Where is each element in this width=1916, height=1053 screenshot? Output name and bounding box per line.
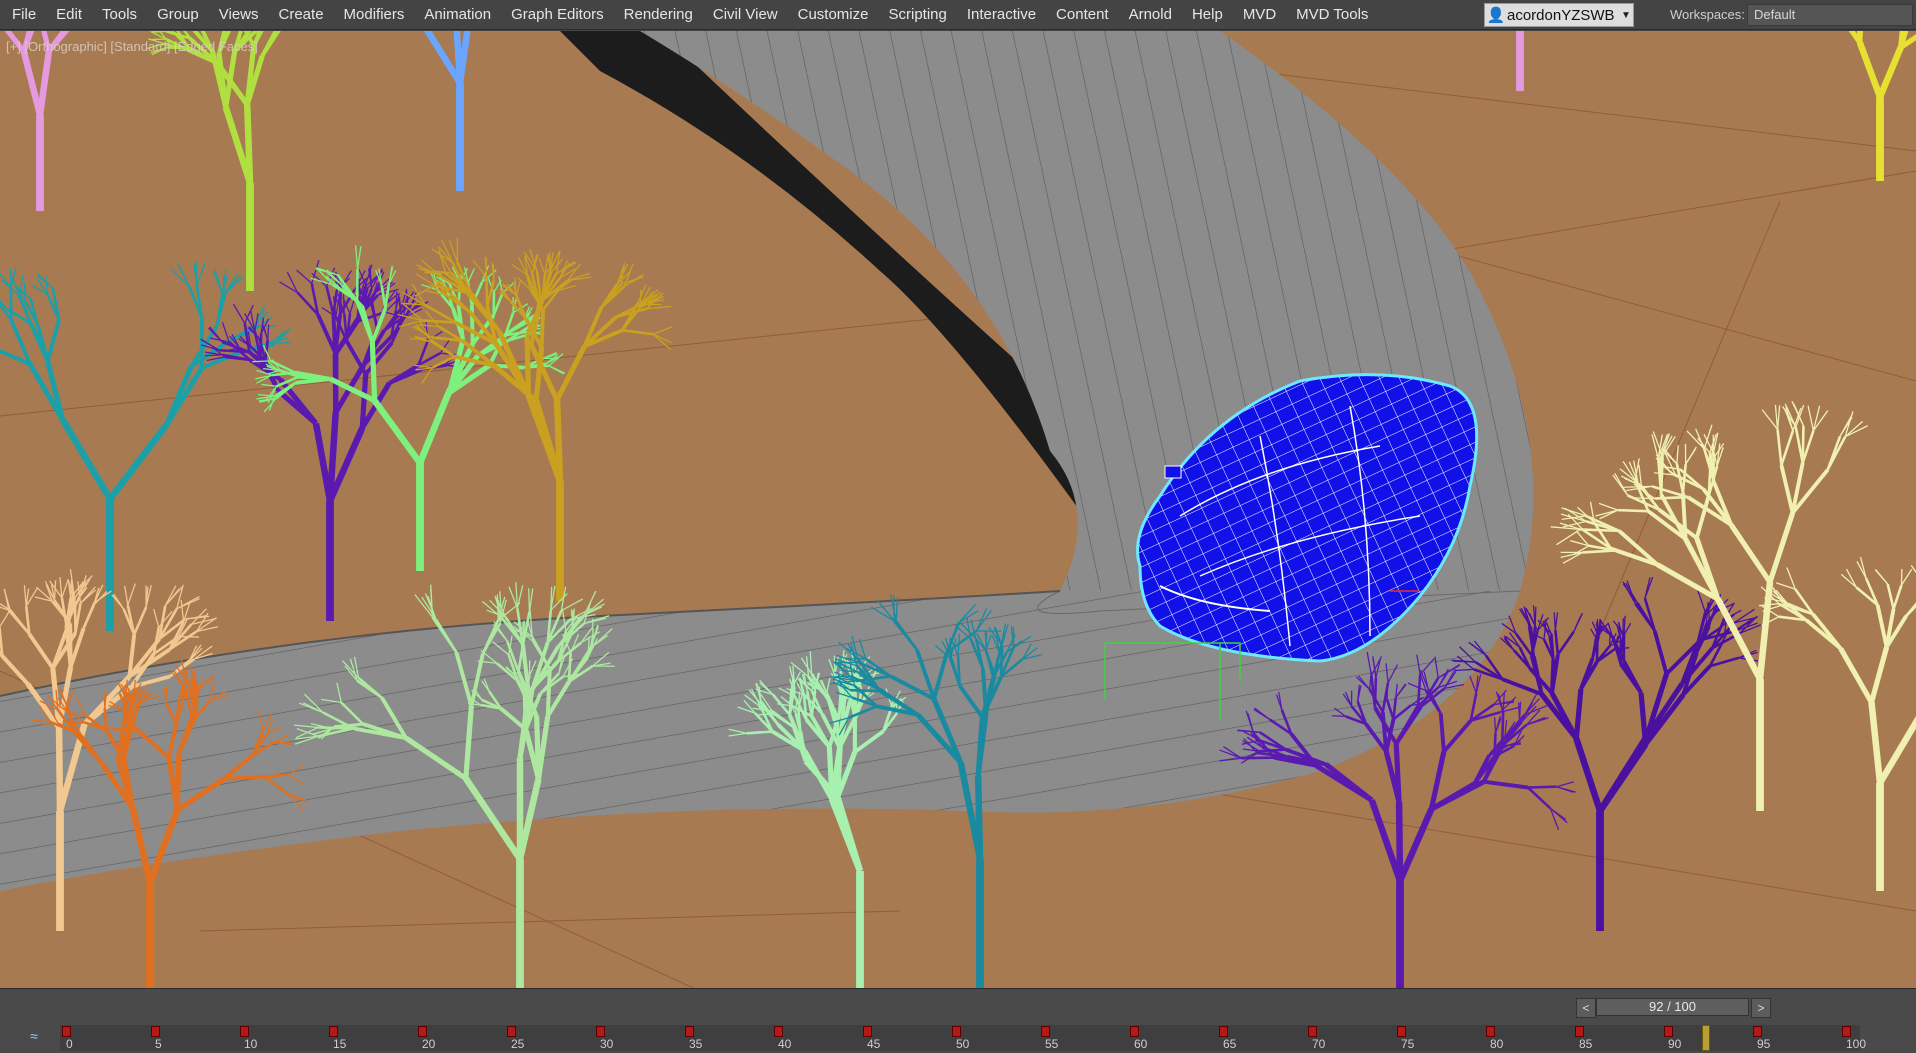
keyframe-marker[interactable] xyxy=(774,1026,783,1037)
menu-group[interactable]: Group xyxy=(147,0,209,30)
keyframe-marker[interactable] xyxy=(952,1026,961,1037)
menu-civil-view[interactable]: Civil View xyxy=(703,0,788,30)
menu-file[interactable]: File xyxy=(0,0,46,30)
keyframe-marker[interactable] xyxy=(1397,1026,1406,1037)
chevron-down-icon: ▼ xyxy=(1619,10,1633,21)
menu-bar: FileEditToolsGroupViewsCreateModifiersAn… xyxy=(0,0,1916,30)
keyframe-marker[interactable] xyxy=(1308,1026,1317,1037)
keyframe-marker[interactable] xyxy=(596,1026,605,1037)
time-slider[interactable]: 92 / 100 xyxy=(1596,998,1749,1016)
keyframe-marker[interactable] xyxy=(1486,1026,1495,1037)
workspaces-label: Workspaces: xyxy=(1670,0,1745,30)
menu-customize[interactable]: Customize xyxy=(788,0,879,30)
menu-animation[interactable]: Animation xyxy=(414,0,501,30)
tree-object xyxy=(293,31,556,191)
frame-tick-label: 25 xyxy=(511,1037,524,1051)
frame-tick-label: 0 xyxy=(66,1037,73,1051)
frame-tick-label: 70 xyxy=(1312,1037,1325,1051)
frame-tick-label: 45 xyxy=(867,1037,880,1051)
frame-tick-label: 50 xyxy=(956,1037,969,1051)
frame-tick-label: 20 xyxy=(422,1037,435,1051)
current-frame-marker[interactable] xyxy=(1702,1025,1710,1051)
track-bar[interactable]: 0510152025303540455055606570758085909510… xyxy=(60,1025,1860,1051)
frame-tick-label: 40 xyxy=(778,1037,791,1051)
keyframe-marker[interactable] xyxy=(1041,1026,1050,1037)
menu-graph-editors[interactable]: Graph Editors xyxy=(501,0,614,30)
curve-editor-icon[interactable]: ≈ xyxy=(22,1026,46,1046)
keyframe-marker[interactable] xyxy=(507,1026,516,1037)
keyframe-marker[interactable] xyxy=(863,1026,872,1037)
previous-frame-button[interactable]: < xyxy=(1576,998,1596,1018)
keyframe-marker[interactable] xyxy=(1575,1026,1584,1037)
time-slider-panel: < 92 / 100 > ≈ 0 5 10 15 20 25 30 35 40 45 50 55 60 6… xyxy=(0,988,1916,1053)
frame-tick-label: 100 xyxy=(1846,1037,1866,1051)
frame-tick-label: 95 xyxy=(1757,1037,1770,1051)
frame-tick-label: 65 xyxy=(1223,1037,1236,1051)
perspective-viewport[interactable]: [+] [Orthographic] [Standard] [Edged Fac… xyxy=(0,31,1916,988)
menu-mvd-tools[interactable]: MVD Tools xyxy=(1286,0,1378,30)
viewport-label[interactable]: [+] [Orthographic] [Standard] [Edged Fac… xyxy=(6,39,258,54)
frame-tick-label: 30 xyxy=(600,1037,613,1051)
keyframe-marker[interactable] xyxy=(240,1026,249,1037)
menu-views[interactable]: Views xyxy=(209,0,269,30)
scene-canvas xyxy=(0,31,1916,988)
menu-scripting[interactable]: Scripting xyxy=(878,0,956,30)
menu-interactive[interactable]: Interactive xyxy=(957,0,1046,30)
tree-object xyxy=(1759,557,1916,891)
keyframe-marker[interactable] xyxy=(62,1026,71,1037)
user-name: acordonYZSWB xyxy=(1507,7,1619,24)
workspaces-select[interactable]: Default xyxy=(1747,4,1913,26)
tree-object xyxy=(1425,31,1570,91)
menu-rendering[interactable]: Rendering xyxy=(614,0,703,30)
keyframe-marker[interactable] xyxy=(1219,1026,1228,1037)
menu-modifiers[interactable]: Modifiers xyxy=(334,0,415,30)
keyframe-marker[interactable] xyxy=(329,1026,338,1037)
menu-tools[interactable]: Tools xyxy=(92,0,147,30)
keyframe-marker[interactable] xyxy=(1753,1026,1762,1037)
frame-tick-label: 5 xyxy=(155,1037,162,1051)
keyframe-marker[interactable] xyxy=(1130,1026,1139,1037)
tree-object xyxy=(147,31,321,291)
frame-tick-label: 85 xyxy=(1579,1037,1592,1051)
user-icon: 👤 xyxy=(1485,6,1507,24)
keyframe-marker[interactable] xyxy=(1664,1026,1673,1037)
keyframe-marker[interactable] xyxy=(418,1026,427,1037)
user-account-dropdown[interactable]: 👤 acordonYZSWB ▼ xyxy=(1484,3,1634,27)
frame-tick-label: 75 xyxy=(1401,1037,1414,1051)
menu-content[interactable]: Content xyxy=(1046,0,1119,30)
next-frame-button[interactable]: > xyxy=(1751,998,1771,1018)
frame-tick-label: 55 xyxy=(1045,1037,1058,1051)
menu-items: FileEditToolsGroupViewsCreateModifiersAn… xyxy=(0,0,1378,30)
frame-tick-label: 15 xyxy=(333,1037,346,1051)
menu-mvd[interactable]: MVD xyxy=(1233,0,1286,30)
frame-tick-label: 35 xyxy=(689,1037,702,1051)
frame-tick-label: 90 xyxy=(1668,1037,1681,1051)
frame-tick-label: 60 xyxy=(1134,1037,1147,1051)
frame-tick-label: 80 xyxy=(1490,1037,1503,1051)
frame-tick-label: 10 xyxy=(244,1037,257,1051)
menu-arnold[interactable]: Arnold xyxy=(1119,0,1182,30)
menu-help[interactable]: Help xyxy=(1182,0,1233,30)
menu-create[interactable]: Create xyxy=(269,0,334,30)
tree-object xyxy=(0,31,149,211)
menu-edit[interactable]: Edit xyxy=(46,0,92,30)
keyframe-marker[interactable] xyxy=(1842,1026,1851,1037)
keyframe-marker[interactable] xyxy=(151,1026,160,1037)
tree-object xyxy=(1788,31,1916,181)
keyframe-marker[interactable] xyxy=(685,1026,694,1037)
